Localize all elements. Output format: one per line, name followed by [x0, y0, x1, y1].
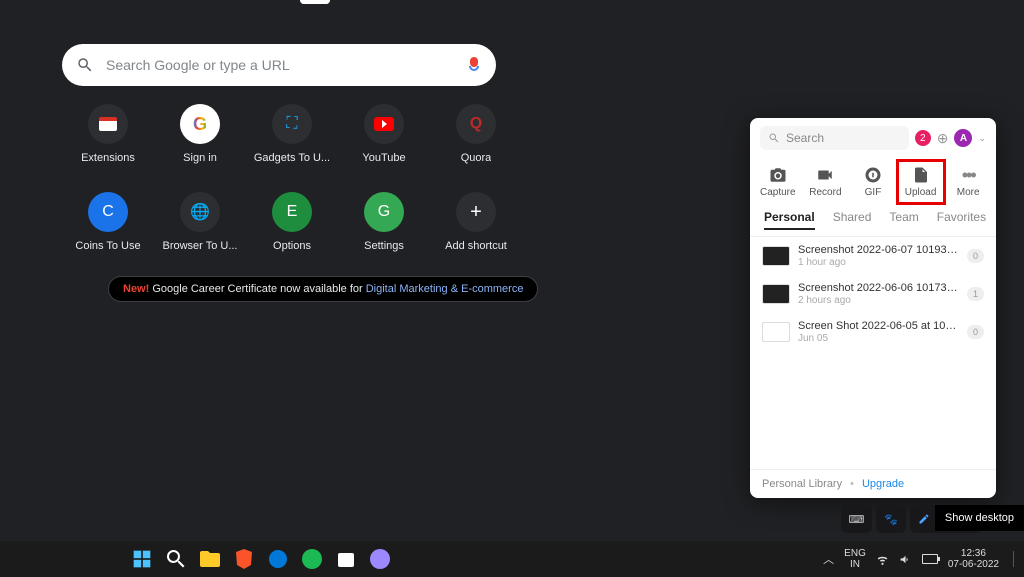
options-icon: E — [272, 192, 312, 232]
tile-signin[interactable]: GSign in — [154, 104, 246, 164]
panel-search-placeholder: Search — [786, 131, 824, 145]
tile-add[interactable]: +Add shortcut — [430, 192, 522, 252]
clock[interactable]: 12:3607-06-2022 — [948, 548, 999, 570]
tile-gadgets[interactable]: ⛶Gadgets To U... — [246, 104, 338, 164]
count-pill: 1 — [967, 287, 984, 301]
google-logo-fragment — [300, 0, 330, 4]
taskbar-notes[interactable] — [368, 547, 392, 571]
spotify-icon — [300, 547, 324, 571]
list-item[interactable]: Screenshot 2022-06-07 101936.png1 hour a… — [750, 237, 996, 275]
tab-shared[interactable]: Shared — [833, 210, 872, 230]
taskbar-edge[interactable] — [266, 547, 290, 571]
capture-button[interactable]: Capture — [756, 162, 800, 202]
chip-app[interactable]: 🐾 — [876, 505, 906, 533]
promo-link[interactable]: Digital Marketing & E-commerce — [366, 283, 524, 295]
show-desktop-tooltip: Show desktop — [935, 505, 1024, 531]
search-icon — [164, 547, 188, 571]
count-pill: 0 — [967, 249, 984, 263]
extensions-icon — [88, 104, 128, 144]
promo-text: Google Career Certificate now available … — [149, 283, 365, 295]
tab-personal[interactable]: Personal — [764, 210, 815, 230]
tab-team[interactable]: Team — [889, 210, 918, 230]
capture-panel: Search 2 ⊕ A ⌄ Capture Record GIF Upload… — [750, 118, 996, 498]
footer-upgrade[interactable]: Upgrade — [862, 478, 904, 490]
tile-youtube[interactable]: YouTube — [338, 104, 430, 164]
store-icon — [334, 547, 358, 571]
taskbar-search[interactable] — [164, 547, 188, 571]
shortcut-grid: Extensions GSign in ⛶Gadgets To U... You… — [62, 104, 522, 252]
panel-tabs: Personal Shared Team Favorites — [750, 210, 996, 237]
tile-coins[interactable]: CCoins To Use — [62, 192, 154, 252]
tile-options[interactable]: EOptions — [246, 192, 338, 252]
brave-icon — [232, 547, 256, 571]
wifi-icon[interactable] — [876, 553, 889, 566]
promo-new-badge: New! — [123, 283, 149, 295]
keyboard-icon: ⌨ — [849, 513, 865, 526]
thumbnail — [762, 246, 790, 266]
record-button[interactable]: Record — [803, 162, 847, 202]
list-item[interactable]: Screenshot 2022-06-06 101735.png2 hours … — [750, 275, 996, 313]
list-item[interactable]: Screen Shot 2022-06-05 at 10.10.31 A...J… — [750, 313, 996, 351]
promo-pill[interactable]: New! Google Career Certificate now avail… — [108, 276, 538, 302]
taskbar-store[interactable] — [334, 547, 358, 571]
notes-icon — [368, 547, 392, 571]
file-list: Screenshot 2022-06-07 101936.png1 hour a… — [750, 237, 996, 469]
mic-icon[interactable] — [466, 57, 482, 73]
count-pill: 0 — [967, 325, 984, 339]
app-icon: 🐾 — [884, 513, 898, 526]
tab-favorites[interactable]: Favorites — [937, 210, 986, 230]
corners-icon: ⛶ — [272, 104, 312, 144]
plus-icon: + — [456, 192, 496, 232]
folder-icon — [198, 547, 222, 571]
taskbar: ︿ ENGIN 12:3607-06-2022 — [0, 541, 1024, 577]
footer-library[interactable]: Personal Library — [762, 478, 842, 490]
camera-icon — [769, 166, 787, 184]
taskbar-spotify[interactable] — [300, 547, 324, 571]
tile-browser[interactable]: 🌐Browser To U... — [154, 192, 246, 252]
upload-button[interactable]: Upload — [899, 162, 943, 202]
taskbar-brave[interactable] — [232, 547, 256, 571]
tile-extensions[interactable]: Extensions — [62, 104, 154, 164]
windows-icon — [132, 549, 152, 569]
chip-keyboard[interactable]: ⌨ — [841, 505, 873, 533]
coins-icon: C — [88, 192, 128, 232]
youtube-icon — [364, 104, 404, 144]
chevron-down-icon[interactable]: ⌄ — [978, 133, 986, 144]
thumbnail — [762, 322, 790, 342]
show-desktop-sliver[interactable] — [1013, 551, 1014, 567]
language-indicator[interactable]: ENGIN — [844, 548, 866, 570]
taskbar-explorer[interactable] — [198, 547, 222, 571]
tile-settings[interactable]: GSettings — [338, 192, 430, 252]
pencil-icon — [918, 513, 930, 525]
file-icon — [912, 166, 930, 184]
tile-quora[interactable]: QQuora — [430, 104, 522, 164]
video-icon — [816, 166, 834, 184]
search-placeholder: Search Google or type a URL — [106, 57, 466, 73]
settings-icon: G — [364, 192, 404, 232]
google-icon: G — [180, 104, 220, 144]
search-box[interactable]: Search Google or type a URL — [62, 44, 496, 86]
edge-icon — [266, 547, 290, 571]
avatar[interactable]: A — [954, 129, 972, 147]
more-button[interactable]: •••More — [946, 162, 990, 202]
notification-badge[interactable]: 2 — [915, 130, 931, 146]
quora-icon: Q — [456, 104, 496, 144]
gif-button[interactable]: GIF — [851, 162, 895, 202]
battery-icon[interactable] — [922, 554, 938, 564]
dots-icon: ••• — [962, 166, 975, 184]
panel-search[interactable]: Search — [760, 126, 909, 150]
search-icon — [76, 56, 94, 74]
gif-icon — [864, 166, 882, 184]
volume-icon[interactable] — [899, 553, 912, 566]
globe-icon[interactable]: ⊕ — [937, 130, 949, 147]
search-icon — [768, 132, 780, 144]
thumbnail — [762, 284, 790, 304]
tray-overflow[interactable]: ︿ — [823, 551, 834, 567]
globe-icon: 🌐 — [180, 192, 220, 232]
start-button[interactable] — [130, 547, 154, 571]
